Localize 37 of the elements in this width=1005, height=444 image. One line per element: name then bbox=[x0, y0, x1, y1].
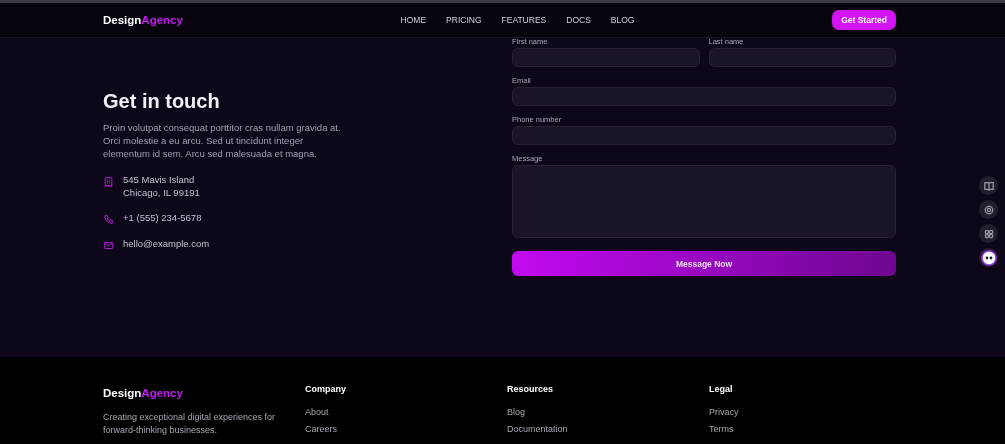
message-now-button[interactable]: Message Now bbox=[512, 251, 896, 276]
logo[interactable]: DesignAgency bbox=[103, 387, 183, 399]
contact-text: 545 Mavis Island bbox=[123, 174, 196, 186]
footer-heading: Resources bbox=[507, 384, 555, 394]
intro-text: Proin volutpat consequat porttitor cras nullam gravida at. Orci molestie a eu arcu. Sed ut tincidunt integer elementum id sem. Arcu sed malesuada et magna. bbox=[103, 121, 342, 160]
envelope-icon bbox=[103, 240, 114, 251]
nav-link[interactable]: HOME bbox=[400, 15, 427, 25]
contact-text: +1 (555) 234-5678 bbox=[123, 212, 202, 224]
nav-link[interactable]: BLOG bbox=[610, 15, 635, 25]
contact-text: Chicago, IL 99191 bbox=[123, 187, 200, 199]
get-started-button[interactable]: Get Started bbox=[832, 10, 896, 30]
footer-link[interactable]: Documentation bbox=[507, 424, 709, 435]
building-icon bbox=[103, 176, 114, 187]
globe-icon[interactable] bbox=[979, 200, 998, 219]
section-title: Get in touch bbox=[103, 90, 221, 113]
input-field[interactable] bbox=[708, 48, 896, 67]
logo[interactable]: DesignAgency bbox=[103, 14, 183, 26]
grid-icon[interactable] bbox=[979, 224, 998, 243]
phone-icon bbox=[103, 214, 114, 225]
input-field[interactable] bbox=[512, 48, 700, 67]
book-icon[interactable] bbox=[979, 176, 998, 195]
footer-link[interactable]: Terms bbox=[709, 424, 1005, 435]
nav-link[interactable]: DOCS bbox=[566, 15, 591, 25]
footer-link[interactable]: Privacy bbox=[709, 407, 1005, 418]
footer-heading: Company bbox=[305, 384, 347, 394]
input-field[interactable] bbox=[512, 87, 896, 106]
contact-text: hello@example.com bbox=[123, 238, 210, 250]
input-field[interactable] bbox=[512, 126, 896, 145]
bot-icon[interactable] bbox=[979, 248, 998, 267]
footer-heading: Legal bbox=[709, 384, 734, 394]
tagline: Creating exceptional digital experiences for forward-thinking businesses. bbox=[103, 411, 277, 437]
footer-link[interactable]: About bbox=[305, 407, 507, 418]
nav-link[interactable]: FEATURES bbox=[501, 15, 547, 25]
nav-link[interactable]: PRICING bbox=[446, 15, 482, 25]
footer-link[interactable]: Careers bbox=[305, 424, 507, 435]
message-field[interactable] bbox=[512, 165, 896, 238]
footer-link[interactable]: Blog bbox=[507, 407, 709, 418]
